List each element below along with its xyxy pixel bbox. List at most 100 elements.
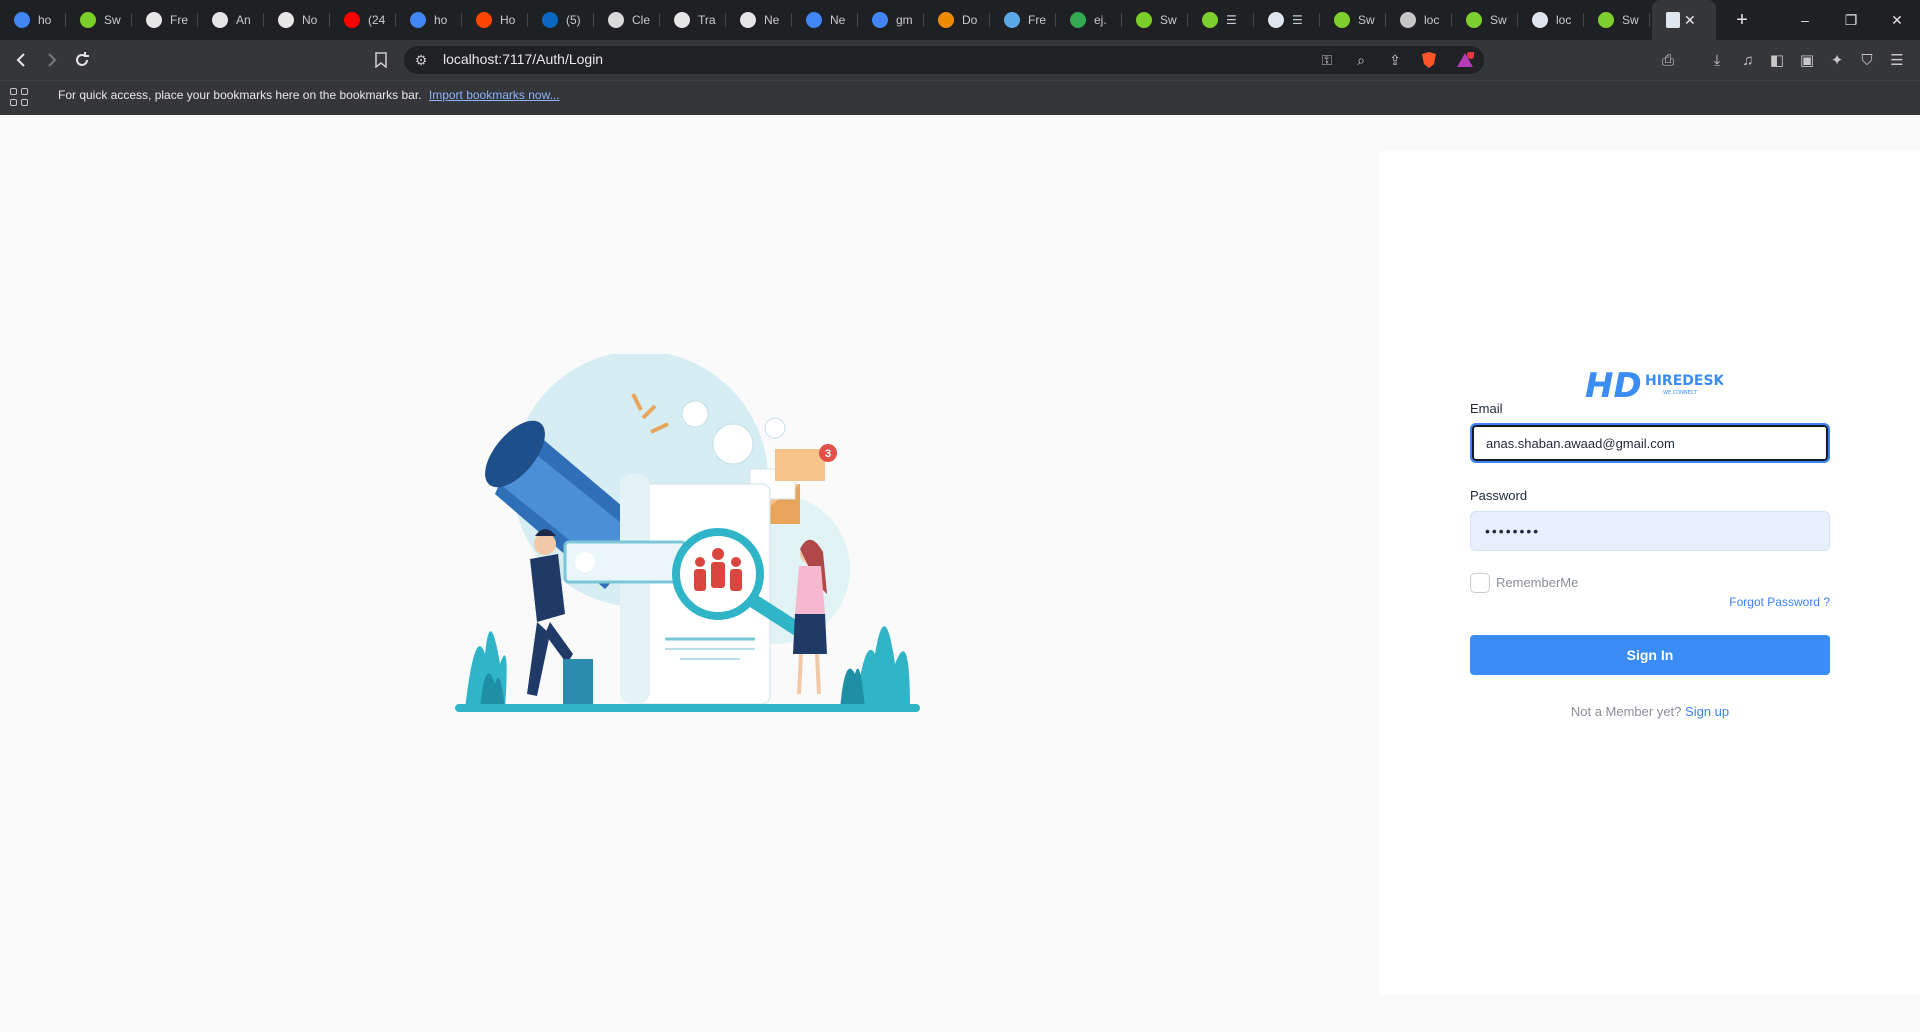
forgot-password-link[interactable]: Forgot Password ? (1729, 595, 1830, 609)
remember-me-label[interactable]: RememberMe (1496, 575, 1578, 590)
tab-1[interactable]: Sw (66, 0, 132, 40)
tab-7[interactable]: Ho (462, 0, 528, 40)
bookmarks-hint: For quick access, place your bookmarks h… (58, 88, 422, 102)
tab-15[interactable]: Fre (990, 0, 1056, 40)
linkedin-icon (542, 12, 558, 28)
remember-me-checkbox[interactable] (1470, 573, 1490, 593)
reload-button[interactable] (70, 48, 94, 72)
share-icon[interactable]: ⇪ (1384, 49, 1406, 71)
media-icon[interactable]: ♫ (1737, 49, 1759, 71)
tab-20[interactable]: Sw (1320, 0, 1386, 40)
google-icon (872, 12, 888, 28)
tab-24[interactable]: Sw (1584, 0, 1650, 40)
sidebar-icon[interactable]: ◧ (1766, 49, 1788, 71)
bookmarks-message: For quick access, place your bookmarks h… (58, 88, 560, 102)
tab-title: ej. (1094, 13, 1107, 27)
leo-ai-icon[interactable]: ✦ (1826, 49, 1848, 71)
tab-strip: ho Sw Fre An No (24 ho Ho (5) Cle Tra Ne Ne gm Do Fre ej… (0, 0, 1920, 40)
close-window-button[interactable]: ✕ (1874, 0, 1920, 40)
vlc-icon (938, 12, 954, 28)
forward-button[interactable] (39, 48, 63, 72)
tab-16[interactable]: ej. (1056, 0, 1122, 40)
tab-2[interactable]: Fre (132, 0, 198, 40)
tab-18[interactable]: ☰ (1188, 0, 1254, 40)
tab-9[interactable]: Cle (594, 0, 660, 40)
tab-title: ho (434, 13, 448, 27)
page-icon (1532, 12, 1548, 28)
wallet-icon[interactable]: ▣ (1796, 49, 1818, 71)
brave-shield-icon[interactable] (1418, 49, 1440, 71)
globe-icon (1400, 12, 1416, 28)
tab-active[interactable]: ✕ (1652, 0, 1716, 40)
swagger-icon (1466, 12, 1482, 28)
password-label: Password (1470, 488, 1528, 503)
email-label: Email (1470, 401, 1503, 416)
tab-title: Fre (170, 13, 188, 27)
tab-title: Ho (500, 13, 516, 27)
tab-22[interactable]: Sw (1452, 0, 1518, 40)
tab-title: Cle (632, 13, 651, 27)
docs-icon (806, 12, 822, 28)
tab-11[interactable]: Ne (726, 0, 792, 40)
tab-4[interactable]: No (264, 0, 330, 40)
swagger-icon (80, 12, 96, 28)
tab-title: (5) (566, 13, 581, 27)
eye-icon (1004, 12, 1020, 28)
email-field[interactable]: anas.shaban.awaad@gmail.com (1470, 423, 1830, 463)
google-icon (410, 12, 426, 28)
menu-icon[interactable]: ☰ (1886, 49, 1908, 71)
swagger-icon (1598, 12, 1614, 28)
tab-14[interactable]: Do (924, 0, 990, 40)
apps-grid-icon[interactable] (10, 88, 28, 106)
back-button[interactable] (10, 48, 34, 72)
tab-19[interactable]: ☰ (1254, 0, 1320, 40)
login-card (1379, 151, 1920, 995)
page-icon (1666, 12, 1680, 28)
arrow-left-icon (16, 53, 25, 67)
tab-10[interactable]: Tra (660, 0, 726, 40)
reddit-icon (476, 12, 492, 28)
tab-21[interactable]: loc (1386, 0, 1452, 40)
password-key-icon[interactable]: ⚿ (1316, 49, 1338, 71)
password-field[interactable]: •••••••• (1470, 511, 1830, 551)
page-icon (1268, 12, 1284, 28)
address-url[interactable]: localhost:7117/Auth/Login (443, 51, 603, 67)
tab-title: Sw (1490, 13, 1507, 27)
vpn-shield-icon[interactable]: ⛉ (1856, 49, 1878, 71)
zoom-icon[interactable]: ⌕ (1350, 49, 1372, 71)
sign-up-link[interactable]: Sign up (1685, 704, 1729, 719)
import-bookmarks-link[interactable]: Import bookmarks now... (429, 88, 560, 102)
tab-13[interactable]: gm (858, 0, 924, 40)
svg-text:HIREDESK: HIREDESK (1645, 373, 1723, 389)
tab-0[interactable]: ho (0, 0, 66, 40)
new-tab-button[interactable]: + (1722, 0, 1762, 40)
tab-title: An (236, 13, 251, 27)
swagger-icon (1136, 12, 1152, 28)
sign-in-button[interactable]: Sign In (1470, 635, 1830, 675)
minimize-button[interactable]: – (1782, 0, 1828, 40)
tab-5[interactable]: (24 (330, 0, 396, 40)
tab-12[interactable]: Ne (792, 0, 858, 40)
github-icon (674, 12, 690, 28)
download-icon[interactable]: ⤓ (1706, 49, 1728, 71)
restore-button[interactable]: ❐ (1828, 0, 1874, 40)
tab-3[interactable]: An (198, 0, 264, 40)
screenshot-icon[interactable]: ⎙ (1657, 49, 1679, 71)
site-info-icon[interactable]: ⚙ (410, 49, 432, 71)
brave-rewards-icon[interactable] (1454, 49, 1476, 71)
tab-6[interactable]: ho (396, 0, 462, 40)
google-icon (14, 12, 30, 28)
reload-icon (76, 52, 89, 66)
svg-text:HD: HD (1585, 366, 1642, 402)
github-icon (146, 12, 162, 28)
tab-title: Do (962, 13, 978, 27)
tab-title: ho (38, 13, 52, 27)
tab-17[interactable]: Sw (1122, 0, 1188, 40)
tab-8[interactable]: (5) (528, 0, 594, 40)
tab-title: gm (896, 13, 913, 27)
tab-23[interactable]: loc (1518, 0, 1584, 40)
close-tab-icon[interactable]: ✕ (1684, 12, 1696, 29)
signup-prompt: Not a Member yet? Sign up (1470, 704, 1830, 719)
bookmark-page-button[interactable] (370, 49, 392, 71)
chatgpt-icon (608, 12, 624, 28)
